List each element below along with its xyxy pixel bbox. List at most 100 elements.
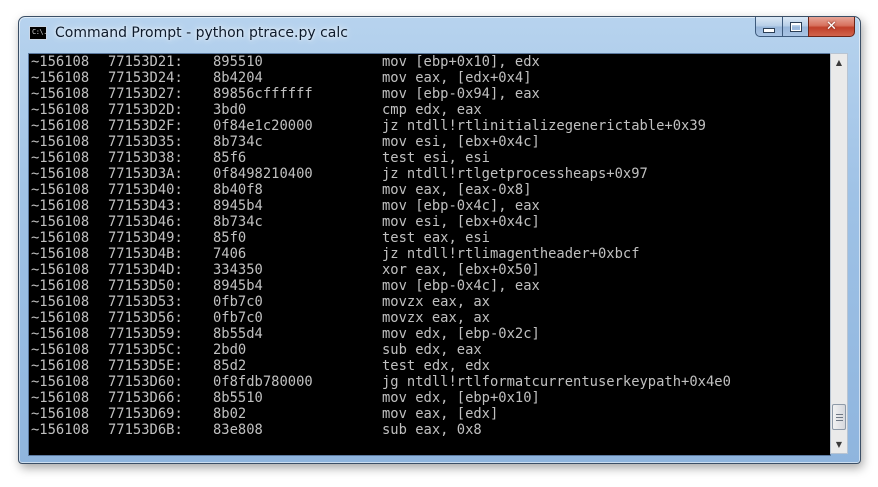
console-lines: ~156108 77153D21: 895510 mov [ebp+0x10], ed… <box>31 54 731 438</box>
close-icon: ✕ <box>826 18 837 34</box>
vertical-scrollbar[interactable]: ▲ ▼ <box>830 53 848 454</box>
disassembled-instruction: test edx, edx <box>382 358 490 374</box>
instruction-address: 77153D60: <box>108 374 183 390</box>
opcode-bytes: 83e808 <box>213 422 263 438</box>
opcode-bytes: 895510 <box>213 54 263 70</box>
caption-buttons: ✕ <box>755 17 855 37</box>
disassembled-instruction: movzx eax, ax <box>382 294 490 310</box>
process-id: ~156108 <box>31 262 90 278</box>
process-id: ~156108 <box>31 358 90 374</box>
disassembled-instruction: mov edx, [ebp+0x10] <box>382 390 540 406</box>
console-line: ~156108 77153D4D: 334350 xor eax, [ebx+0x50… <box>31 262 731 278</box>
console-line: ~156108 77153D2D: 3bd0 cmp edx, eax <box>31 102 731 118</box>
instruction-address: 77153D24: <box>108 70 183 86</box>
process-id: ~156108 <box>31 182 90 198</box>
instruction-address: 77153D5C: <box>108 342 183 358</box>
instruction-address: 77153D56: <box>108 310 183 326</box>
console-line: ~156108 77153D59: 8b55d4 mov edx, [ebp-0x2c… <box>31 326 731 342</box>
disassembled-instruction: xor eax, [ebx+0x50] <box>382 262 540 278</box>
console-line: ~156108 77153D6B: 83e808 sub eax, 0x8 <box>31 422 731 438</box>
opcode-bytes: 8945b4 <box>213 198 263 214</box>
instruction-address: 77153D69: <box>108 406 183 422</box>
minimize-button[interactable] <box>755 17 782 37</box>
opcode-bytes: 0f8498210400 <box>213 166 313 182</box>
disassembled-instruction: mov eax, [edx+0x4] <box>382 70 532 86</box>
process-id: ~156108 <box>31 102 90 118</box>
opcode-bytes: 89856cffffff <box>213 86 313 102</box>
disassembled-instruction: jz ntdll!rtlimagentheader+0xbcf <box>382 246 640 262</box>
thumb-grip-line <box>836 417 843 418</box>
title-bar[interactable]: C:\. Command Prompt - python ptrace.py c… <box>19 17 860 53</box>
opcode-bytes: 0f8fdb780000 <box>213 374 313 390</box>
disassembled-instruction: jg ntdll!rtlformatcurrentuserkeypath+0x4… <box>382 374 731 390</box>
maximize-button[interactable] <box>782 17 808 37</box>
maximize-icon <box>789 21 802 32</box>
console-line: ~156108 77153D53: 0fb7c0 movzx eax, ax <box>31 294 731 310</box>
process-id: ~156108 <box>31 342 90 358</box>
console-line: ~156108 77153D69: 8b02 mov eax, [edx] <box>31 406 731 422</box>
minimize-icon <box>763 27 775 33</box>
console-line: ~156108 77153D56: 0fb7c0 movzx eax, ax <box>31 310 731 326</box>
process-id: ~156108 <box>31 54 90 70</box>
opcode-bytes: 8945b4 <box>213 278 263 294</box>
console-line: ~156108 77153D4B: 7406 jz ntdll!rtlimagenth… <box>31 246 731 262</box>
opcode-bytes: 334350 <box>213 262 263 278</box>
console-line: ~156108 77153D21: 895510 mov [ebp+0x10], ed… <box>31 54 731 70</box>
console-line: ~156108 77153D50: 8945b4 mov [ebp-0x4c], ea… <box>31 278 731 294</box>
process-id: ~156108 <box>31 278 90 294</box>
opcode-bytes: 8b734c <box>213 134 263 150</box>
console-line: ~156108 77153D3A: 0f8498210400 jz ntdll!rtl… <box>31 166 731 182</box>
process-id: ~156108 <box>31 118 90 134</box>
disassembled-instruction: jz ntdll!rtlgetprocessheaps+0x97 <box>382 166 648 182</box>
console-line: ~156108 77153D27: 89856cffffff mov [ebp-0x9… <box>31 86 731 102</box>
disassembled-instruction: mov [ebp-0x4c], eax <box>382 278 540 294</box>
console-line: ~156108 77153D35: 8b734c mov esi, [ebx+0x4c… <box>31 134 731 150</box>
opcode-bytes: 0fb7c0 <box>213 294 263 310</box>
process-id: ~156108 <box>31 86 90 102</box>
thumb-grip-line <box>836 414 843 415</box>
cmd-icon-glyph: C:\. <box>32 28 47 36</box>
console-line: ~156108 77153D46: 8b734c mov esi, [ebx+0x4c… <box>31 214 731 230</box>
window-title: Command Prompt - python ptrace.py calc <box>55 25 348 41</box>
console-output[interactable]: ~156108 77153D21: 895510 mov [ebp+0x10], ed… <box>28 53 831 456</box>
instruction-address: 77153D43: <box>108 198 183 214</box>
instruction-address: 77153D53: <box>108 294 183 310</box>
process-id: ~156108 <box>31 390 90 406</box>
disassembled-instruction: mov esi, [ebx+0x4c] <box>382 134 540 150</box>
close-button[interactable]: ✕ <box>808 17 855 37</box>
cmd-icon[interactable]: C:\. <box>29 26 47 40</box>
disassembled-instruction: mov eax, [eax-0x8] <box>382 182 532 198</box>
instruction-address: 77153D5E: <box>108 358 183 374</box>
console-line: ~156108 77153D40: 8b40f8 mov eax, [eax-0x8] <box>31 182 731 198</box>
instruction-address: 77153D38: <box>108 150 183 166</box>
process-id: ~156108 <box>31 326 90 342</box>
console-line: ~156108 77153D60: 0f8fdb780000 jg ntdll!rtl… <box>31 374 731 390</box>
disassembled-instruction: test eax, esi <box>382 230 490 246</box>
disassembled-instruction: test esi, esi <box>382 150 490 166</box>
console-line: ~156108 77153D49: 85f0 test eax, esi <box>31 230 731 246</box>
scroll-thumb[interactable] <box>832 404 846 430</box>
opcode-bytes: 0fb7c0 <box>213 310 263 326</box>
instruction-address: 77153D4D: <box>108 262 183 278</box>
instruction-address: 77153D50: <box>108 278 183 294</box>
disassembled-instruction: movzx eax, ax <box>382 310 490 326</box>
disassembled-instruction: mov [ebp-0x94], eax <box>382 86 540 102</box>
opcode-bytes: 7406 <box>213 246 247 262</box>
opcode-bytes: 8b40f8 <box>213 182 263 198</box>
instruction-address: 77153D2F: <box>108 118 183 134</box>
process-id: ~156108 <box>31 198 90 214</box>
process-id: ~156108 <box>31 246 90 262</box>
opcode-bytes: 85d2 <box>213 358 247 374</box>
instruction-address: 77153D46: <box>108 214 183 230</box>
console-line: ~156108 77153D38: 85f6 test esi, esi <box>31 150 731 166</box>
scroll-up-arrow-icon[interactable]: ▲ <box>831 54 847 71</box>
command-prompt-window[interactable]: C:\. Command Prompt - python ptrace.py c… <box>18 16 861 464</box>
instruction-address: 77153D21: <box>108 54 183 70</box>
scroll-down-arrow-icon[interactable]: ▼ <box>831 436 847 453</box>
disassembled-instruction: cmp edx, eax <box>382 102 482 118</box>
opcode-bytes: 3bd0 <box>213 102 247 118</box>
disassembled-instruction: sub eax, 0x8 <box>382 422 482 438</box>
instruction-address: 77153D4B: <box>108 246 183 262</box>
disassembled-instruction: mov [ebp+0x10], edx <box>382 54 540 70</box>
disassembled-instruction: sub edx, eax <box>382 342 482 358</box>
